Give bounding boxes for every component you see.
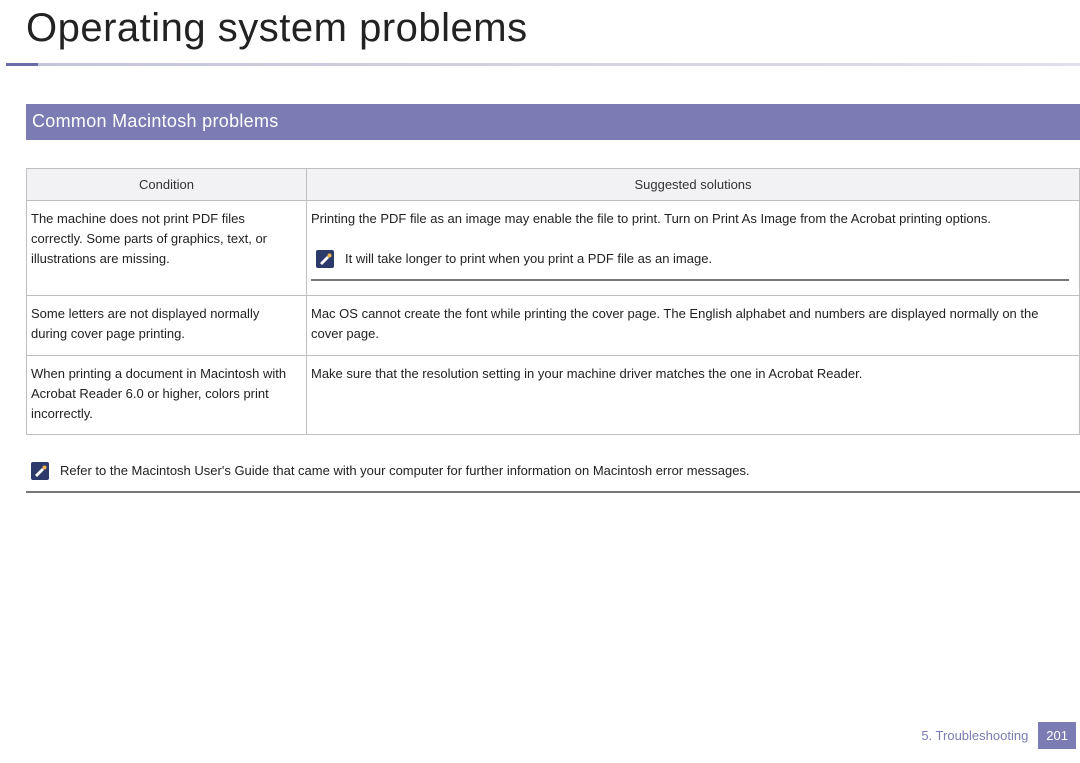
note-icon [315,249,335,269]
solution-text: Printing the PDF file as an image may en… [311,211,991,226]
table-row: When printing a document in Macintosh wi… [27,355,1080,434]
page-title: Operating system problems [26,6,1080,51]
inline-note: It will take longer to print when you pr… [311,243,1069,281]
table-row: The machine does not print PDF files cor… [27,201,1080,296]
solution-cell: Make sure that the resolution setting in… [307,355,1080,434]
condition-cell: Some letters are not displayed normally … [27,296,307,355]
condition-cell: The machine does not print PDF files cor… [27,201,307,296]
table-header-solutions: Suggested solutions [307,169,1080,201]
solution-cell: Mac OS cannot create the font while prin… [307,296,1080,355]
condition-cell: When printing a document in Macintosh wi… [27,355,307,434]
page-footer: 5. Troubleshooting 201 [921,722,1076,749]
footer-chapter: 5. Troubleshooting [921,728,1028,743]
footer-note: Refer to the Macintosh User's Guide that… [26,455,1080,493]
section-heading: Common Macintosh problems [26,104,1080,140]
table-header-condition: Condition [27,169,307,201]
footer-page-number: 201 [1038,722,1076,749]
problems-table: Condition Suggested solutions The machin… [26,168,1080,435]
table-row: Some letters are not displayed normally … [27,296,1080,355]
note-text: It will take longer to print when you pr… [345,249,712,269]
footer-note-text: Refer to the Macintosh User's Guide that… [60,463,750,478]
solution-cell: Printing the PDF file as an image may en… [307,201,1080,296]
content-area: Condition Suggested solutions The machin… [0,140,1080,435]
note-icon [30,461,50,481]
title-underline [6,63,1080,66]
